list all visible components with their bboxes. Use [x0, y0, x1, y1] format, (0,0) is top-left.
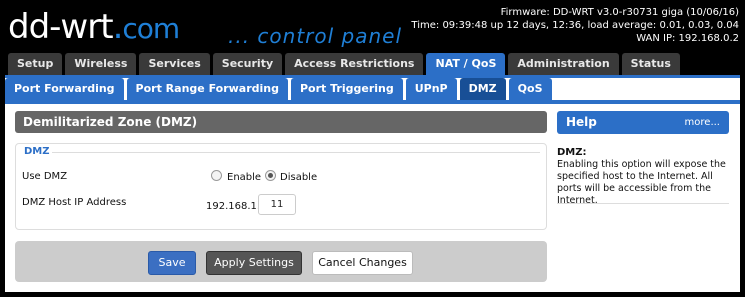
- main-tabs: Setup Wireless Services Security Access …: [8, 53, 680, 75]
- tab-access-restrictions[interactable]: Access Restrictions: [285, 53, 424, 75]
- dmz-fieldset: [15, 143, 547, 230]
- ip-prefix: 192.168.1.: [206, 201, 261, 212]
- header: dd-wrt.com ... control panel Firmware: D…: [0, 0, 745, 52]
- enable-radio[interactable]: [211, 170, 222, 181]
- save-button[interactable]: Save: [148, 251, 196, 275]
- disable-label[interactable]: Disable: [280, 172, 317, 183]
- subtab-upnp[interactable]: UPnP: [405, 78, 457, 100]
- firmware-version: Firmware: DD-WRT v3.0-r30731 giga (10/06…: [500, 7, 739, 18]
- wan-ip: WAN IP: 192.168.0.2: [636, 33, 739, 44]
- tagline: ... control panel: [228, 24, 403, 48]
- tab-setup[interactable]: Setup: [8, 53, 63, 75]
- subtab-bar: [5, 100, 740, 104]
- tab-wireless[interactable]: Wireless: [65, 53, 137, 75]
- uptime: Time: 09:39:48 up 12 days, 12:36, load a…: [411, 20, 739, 31]
- dmz-host-ip-label: DMZ Host IP Address: [22, 197, 127, 208]
- tab-status[interactable]: Status: [621, 53, 680, 75]
- use-dmz-label: Use DMZ: [22, 171, 68, 182]
- cancel-changes-button[interactable]: Cancel Changes: [312, 251, 413, 275]
- subtab-dmz[interactable]: DMZ: [459, 78, 506, 100]
- tab-nat-qos[interactable]: NAT / QoS: [426, 53, 506, 75]
- ddwrt-logo: dd-wrt.com: [8, 7, 180, 47]
- logo-text: dd-wrt: [8, 7, 114, 47]
- firmware-info: Firmware: DD-WRT v3.0-r30731 giga (10/06…: [411, 6, 739, 45]
- help-more-link[interactable]: more...: [685, 111, 720, 134]
- tab-security[interactable]: Security: [212, 53, 283, 75]
- help-item-title: DMZ:: [557, 147, 587, 158]
- subtab-port-forwarding[interactable]: Port Forwarding: [5, 78, 124, 100]
- subtab-port-triggering[interactable]: Port Triggering: [290, 78, 403, 100]
- help-divider: [557, 203, 729, 204]
- page-title: Demilitarized Zone (DMZ): [15, 111, 547, 133]
- disable-radio[interactable]: [265, 170, 276, 181]
- enable-label[interactable]: Enable: [227, 172, 261, 183]
- apply-settings-button[interactable]: Apply Settings: [206, 251, 302, 275]
- dmz-host-ip-input[interactable]: 11: [258, 194, 296, 215]
- subtab-port-range-forwarding[interactable]: Port Range Forwarding: [126, 78, 288, 100]
- help-title: Help: [566, 115, 597, 129]
- logo-dot: .: [112, 7, 124, 47]
- logo-com: com: [122, 12, 180, 45]
- subtab-qos[interactable]: QoS: [508, 78, 552, 100]
- sub-tabs: Port Forwarding Port Range Forwarding Po…: [5, 78, 552, 100]
- legend-divider: [50, 152, 540, 153]
- dmz-legend: DMZ: [22, 146, 52, 157]
- help-item-text: Enabling this option will expose the spe…: [557, 159, 726, 206]
- help-header: Help more...: [557, 111, 729, 134]
- tab-services[interactable]: Services: [139, 53, 210, 75]
- tab-administration[interactable]: Administration: [508, 53, 619, 75]
